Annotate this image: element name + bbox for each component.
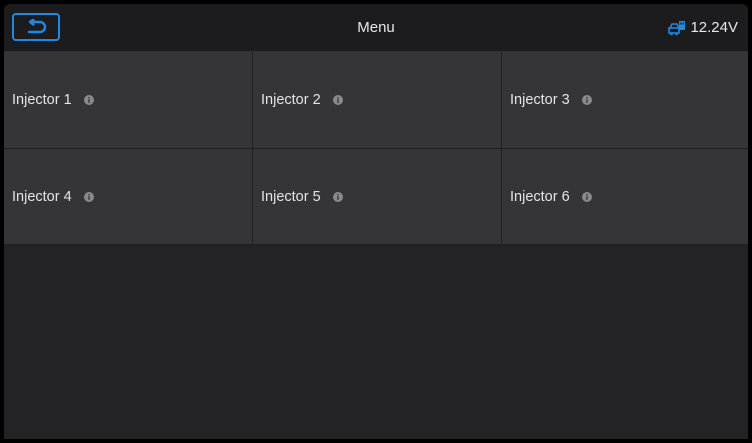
menu-item-injector-2[interactable]: Injector 2: [253, 52, 502, 149]
info-icon: [332, 95, 343, 105]
page-title: Menu: [357, 19, 395, 36]
menu-item-label: Injector 6: [510, 188, 570, 205]
menu-item-injector-1[interactable]: Injector 1: [4, 52, 253, 149]
voltage-indicator: 12.24V: [668, 4, 738, 51]
info-icon: [581, 95, 592, 105]
menu-item-injector-3[interactable]: Injector 3: [502, 52, 748, 149]
menu-grid: Injector 1 Injector 2 Injector 3 Injecto…: [4, 52, 748, 245]
menu-item-label: Injector 4: [12, 188, 72, 205]
menu-item-injector-5[interactable]: Injector 5: [253, 149, 502, 245]
top-bar: Menu 12.24V: [4, 4, 748, 52]
menu-item-label: Injector 1: [12, 92, 72, 108]
info-icon: [83, 95, 94, 105]
info-icon: [83, 191, 94, 202]
menu-item-label: Injector 5: [261, 188, 321, 205]
voltage-value: 12.24V: [690, 19, 738, 36]
vehicle-battery-icon: [668, 20, 686, 36]
menu-item-label: Injector 2: [261, 92, 321, 108]
info-icon: [581, 191, 592, 202]
menu-item-injector-6[interactable]: Injector 6: [502, 149, 748, 245]
menu-item-injector-4[interactable]: Injector 4: [4, 149, 253, 245]
info-icon: [332, 191, 343, 202]
menu-item-label: Injector 3: [510, 92, 570, 108]
app-screen: Menu 12.24V Injector 1 Injector 2 Inject…: [0, 0, 752, 443]
